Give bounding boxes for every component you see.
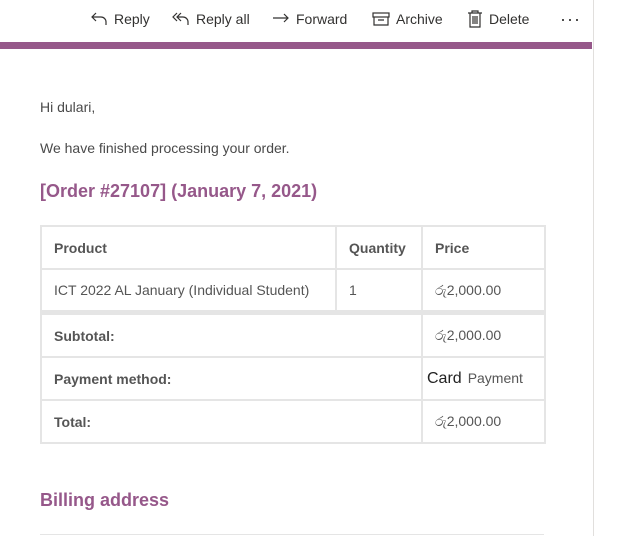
archive-label: Archive [396, 11, 443, 27]
total-row: Total: රු2,000.00 [40, 399, 546, 444]
reply-label: Reply [114, 11, 150, 27]
payment-method-payment: Payment [467, 369, 523, 386]
order-title: [Order #27107] (January 7, 2021) [40, 181, 318, 201]
more-actions-button[interactable]: ··· [560, 8, 581, 30]
order-table: Product Quantity Price ICT 2022 AL Janua… [40, 225, 546, 444]
col-header-product: Product [40, 225, 337, 270]
item-price: රු2,000.00 [421, 268, 546, 314]
table-header-row: Product Quantity Price [40, 225, 546, 270]
payment-method-value: Card Payment [421, 356, 546, 401]
payment-method-card: Card [427, 369, 462, 387]
subtotal-row: Subtotal: රු2,000.00 [40, 310, 546, 358]
forward-label: Forward [296, 11, 348, 27]
item-quantity: 1 [335, 268, 423, 314]
table-row: ICT 2022 AL January (Individual Student)… [40, 268, 546, 314]
col-header-price: Price [421, 225, 546, 270]
payment-method-row: Payment method: Card Payment [40, 356, 546, 401]
payment-method-label: Payment method: [40, 356, 423, 401]
intro-text: We have finished processing your order. [40, 140, 290, 156]
reply-all-icon [170, 11, 190, 27]
col-header-quantity: Quantity [335, 225, 423, 270]
billing-address-border [40, 534, 544, 535]
total-label: Total: [40, 399, 423, 444]
forward-button[interactable]: Forward [272, 8, 347, 30]
forward-icon [272, 11, 290, 27]
delete-label: Delete [489, 11, 530, 27]
subtotal-value: රු2,000.00 [421, 310, 546, 358]
archive-icon [372, 11, 390, 27]
reply-all-label: Reply all [196, 11, 250, 27]
header-accent-bar [0, 42, 592, 49]
item-product: ICT 2022 AL January (Individual Student) [40, 268, 337, 314]
more-icon: ··· [560, 8, 581, 29]
billing-address-title: Billing address [40, 490, 170, 510]
reply-icon [90, 11, 108, 27]
delete-button[interactable]: Delete [467, 8, 529, 30]
greeting: Hi dulari, [40, 99, 96, 115]
trash-icon [467, 10, 483, 28]
reply-button[interactable]: Reply [90, 8, 150, 30]
reply-all-button[interactable]: Reply all [170, 8, 250, 30]
subtotal-label: Subtotal: [40, 310, 423, 358]
total-value: රු2,000.00 [421, 399, 546, 444]
email-body: Hi dulari, We have finished processing y… [0, 49, 592, 536]
archive-button[interactable]: Archive [372, 8, 443, 30]
message-toolbar: Reply Reply all Forward Archive Delete ·… [0, 0, 592, 40]
pane-divider [593, 0, 594, 536]
